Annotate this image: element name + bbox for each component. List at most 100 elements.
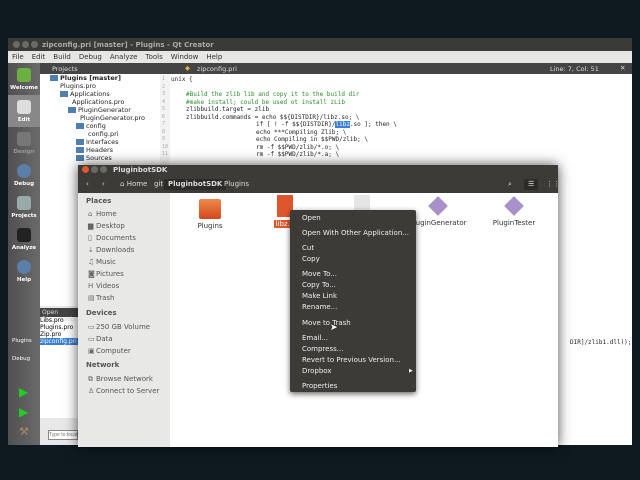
- place-pictures[interactable]: ◙Pictures: [88, 270, 124, 278]
- menu-window[interactable]: Window: [171, 53, 199, 61]
- code-line: DIR]/zlib1.dll));: [570, 339, 632, 346]
- design-icon: [17, 132, 31, 146]
- place-music[interactable]: ♫ Music: [88, 258, 116, 266]
- search-icon[interactable]: ⌕: [504, 179, 516, 190]
- menu-debug[interactable]: Debug: [79, 53, 102, 61]
- menu-rename[interactable]: Rename...: [302, 303, 337, 311]
- place-documents[interactable]: ▯ Documents: [88, 234, 136, 242]
- back-button[interactable]: ‹: [82, 179, 93, 190]
- mode-debug[interactable]: Debug: [8, 159, 40, 191]
- device-data[interactable]: ▭Data: [88, 335, 113, 343]
- menu-build[interactable]: Build: [53, 53, 71, 61]
- editor-tab[interactable]: zipconfig.pri: [197, 65, 237, 73]
- menu-edit[interactable]: Edit: [32, 53, 46, 61]
- place-desktop[interactable]: ▆ Desktop: [88, 222, 125, 230]
- mode-help[interactable]: Help: [8, 255, 40, 287]
- tree-item[interactable]: PluginGenerator.pro: [80, 114, 145, 122]
- tree-item[interactable]: config.pri: [88, 130, 119, 138]
- edit-icon: [17, 100, 31, 114]
- code-line: if [ ! -f $${DISTDIR}/libz.so ]; then \: [256, 121, 397, 128]
- menu-make-link[interactable]: Make Link: [302, 292, 337, 300]
- crumb-plugins[interactable]: Plugins: [220, 179, 253, 190]
- window-title: zipconfig.pri [master] - Plugins - Qt Cr…: [8, 38, 632, 51]
- locator-input[interactable]: [48, 430, 78, 440]
- list-view-icon[interactable]: ☰: [524, 179, 539, 190]
- browse-network[interactable]: ⧉ Browse Network: [88, 375, 153, 384]
- line-number: 8: [162, 128, 166, 135]
- maximize-button[interactable]: [100, 166, 107, 173]
- tree-item[interactable]: Headers: [76, 146, 113, 154]
- minimize-button[interactable]: [91, 166, 98, 173]
- place-trash[interactable]: ▤Trash: [88, 294, 115, 302]
- menu-move-to[interactable]: Move To...: [302, 270, 337, 278]
- menu-copy-to[interactable]: Copy To...: [302, 281, 336, 289]
- menu-file[interactable]: File: [12, 53, 24, 61]
- network-icon: ⧉: [88, 375, 93, 383]
- minimize-button[interactable]: [22, 41, 29, 48]
- selected-text: libz: [335, 121, 350, 128]
- menu-move-to-trash[interactable]: Move to Trash: [302, 319, 351, 327]
- submenu-arrow-icon: ▶: [409, 368, 413, 374]
- run-icon[interactable]: ▶: [19, 385, 28, 399]
- menu-open-with[interactable]: Open With Other Application...: [302, 229, 409, 237]
- forward-button[interactable]: ›: [98, 179, 109, 190]
- crumb-pluginbotsdk[interactable]: PluginbotSDK: [164, 179, 227, 190]
- menu-analyze[interactable]: Analyze: [110, 53, 138, 61]
- close-button[interactable]: [82, 166, 89, 173]
- back-icon[interactable]: ◆: [185, 64, 190, 72]
- menu-cut[interactable]: Cut: [302, 244, 314, 252]
- menu-compress[interactable]: Compress...: [302, 345, 343, 353]
- connect-to-server[interactable]: ♙ Connect to Server: [88, 387, 159, 395]
- debug-run-icon[interactable]: ▶: [19, 405, 28, 419]
- close-button[interactable]: [13, 41, 20, 48]
- kit-selector[interactable]: Plugins Debug: [12, 338, 32, 362]
- menu-help[interactable]: Help: [206, 53, 222, 61]
- mode-edit[interactable]: Edit: [8, 95, 40, 127]
- menu-tools[interactable]: Tools: [145, 53, 162, 61]
- tree-item[interactable]: PluginGenerator: [68, 106, 131, 114]
- download-icon: ⇣: [88, 246, 94, 254]
- line-number: 2: [162, 83, 166, 90]
- mode-projects[interactable]: Projects: [8, 191, 40, 223]
- file-plugins[interactable]: Plugins: [175, 199, 245, 230]
- mode-design[interactable]: Design: [8, 127, 40, 159]
- build-hammer-icon[interactable]: ⚒: [19, 425, 29, 438]
- close-editor-icon[interactable]: ✕: [620, 64, 625, 72]
- tree-item[interactable]: Plugins.pro: [60, 82, 96, 90]
- fm-title: PluginbotSDK: [113, 166, 168, 174]
- device-computer[interactable]: ▣Computer: [88, 347, 131, 355]
- menu-revert[interactable]: Revert to Previous Version...: [302, 356, 401, 364]
- mode-analyze[interactable]: Analyze: [8, 223, 40, 255]
- video-icon: H: [88, 282, 94, 290]
- place-videos[interactable]: H Videos: [88, 282, 119, 290]
- open-doc-item-active[interactable]: zipconfig.pri: [40, 338, 78, 345]
- mode-welcome[interactable]: Welcome: [8, 63, 40, 95]
- maximize-button[interactable]: [31, 41, 38, 48]
- tree-item[interactable]: Interfaces: [76, 138, 119, 146]
- code-line: #Build the zlib lib and copy it to the b…: [186, 91, 360, 98]
- computer-icon: ▣: [88, 347, 95, 355]
- place-downloads[interactable]: ⇣ Downloads: [88, 246, 134, 254]
- device-volume[interactable]: ▭250 GB Volume: [88, 323, 150, 331]
- open-documents-panel: Open Documents Libs.pro Plugins.pro Zip.…: [40, 308, 78, 418]
- tree-item[interactable]: Applications.pro: [72, 98, 124, 106]
- code-line: echo Compiling in $$PWD/zlib; \: [256, 136, 368, 143]
- tree-item[interactable]: Applications: [60, 90, 110, 98]
- tree-item[interactable]: Sources: [76, 154, 112, 162]
- open-doc-item[interactable]: Zip.pro: [40, 331, 78, 338]
- menu-dropbox[interactable]: Dropbox: [302, 367, 332, 375]
- places-sidebar: Places ⌂ Home ▆ Desktop ▯ Documents ⇣ Downlo…: [78, 193, 170, 447]
- analyze-icon: [17, 228, 31, 242]
- menu-email[interactable]: Email...: [302, 334, 328, 342]
- menu-copy[interactable]: Copy: [302, 255, 320, 263]
- tree-item[interactable]: config: [76, 122, 106, 130]
- menu-properties[interactable]: Properties: [302, 382, 337, 390]
- menu-open[interactable]: Open: [302, 214, 321, 222]
- place-home[interactable]: ⌂ Home: [88, 210, 117, 218]
- grid-view-icon[interactable]: ⋮⋮: [542, 179, 564, 190]
- crumb-home[interactable]: ⌂ Home: [116, 179, 151, 190]
- tree-item[interactable]: Plugins [master]: [50, 74, 121, 82]
- open-documents-header: Open Documents: [40, 308, 78, 323]
- file-plugintester[interactable]: PluginTester: [479, 196, 549, 227]
- open-doc-item[interactable]: Plugins.pro: [40, 324, 78, 331]
